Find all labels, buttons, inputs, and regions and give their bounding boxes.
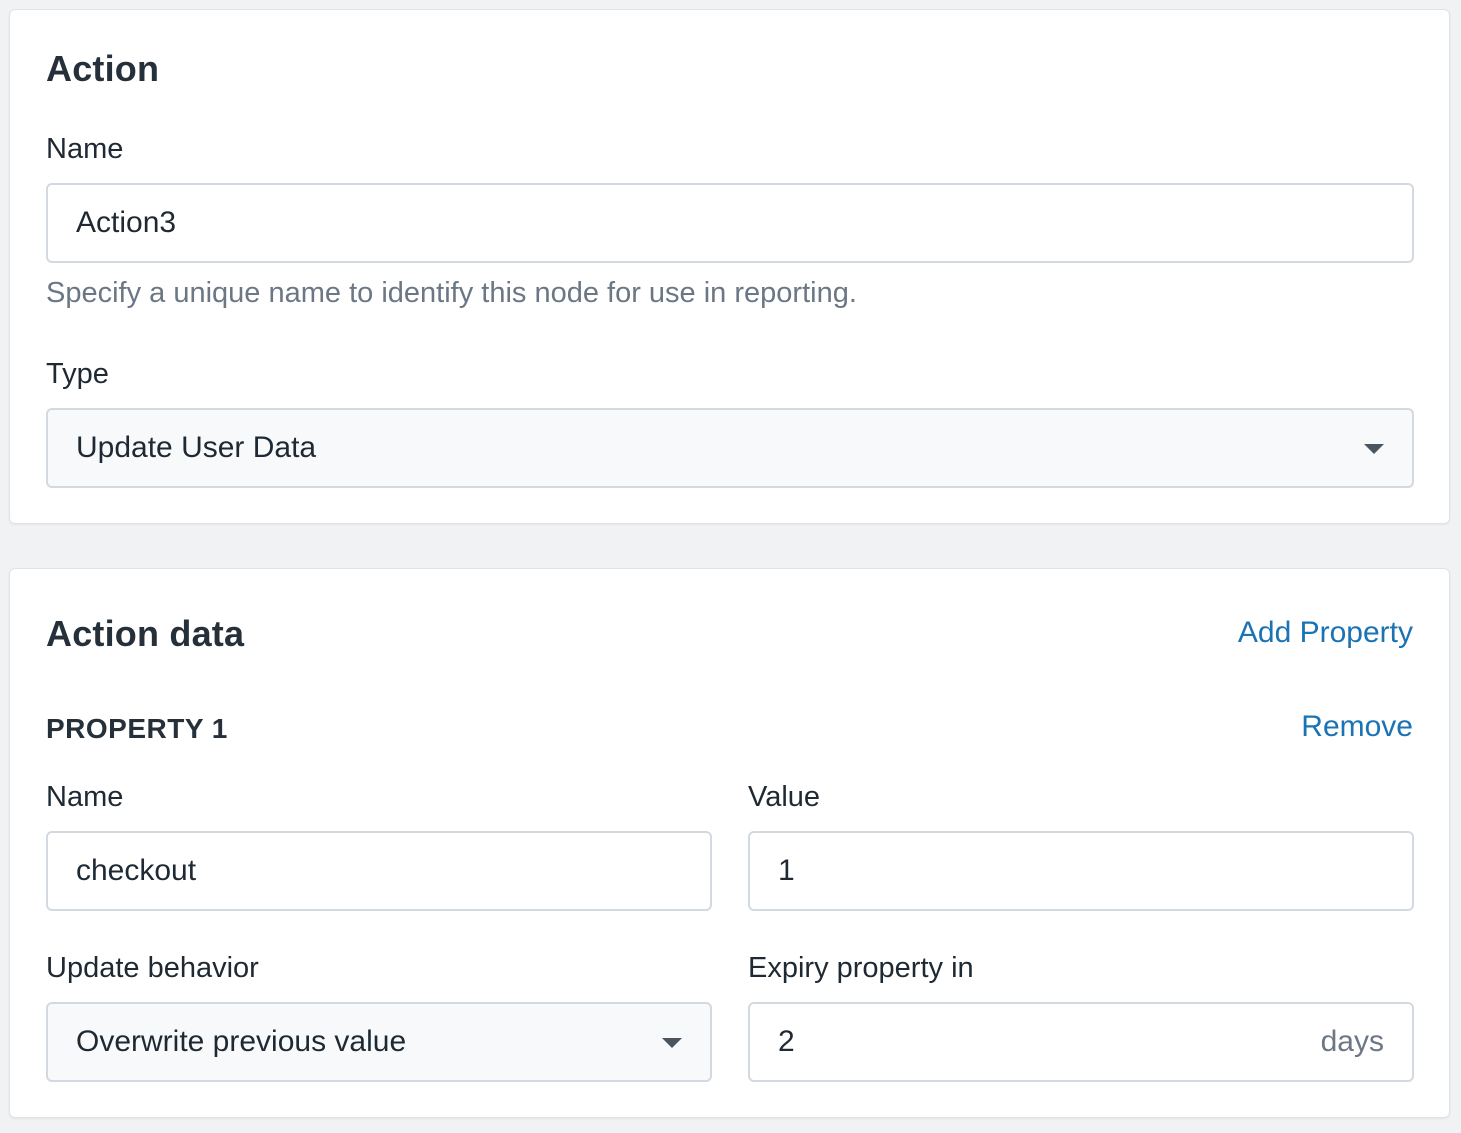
property-value-input[interactable]: 1 (748, 831, 1414, 911)
expiry-unit: days (1320, 1025, 1384, 1058)
update-behavior-label: Update behavior (46, 952, 259, 984)
action-name-input[interactable]: Action3 (46, 183, 1414, 263)
name-help-text: Specify a unique name to identify this n… (46, 277, 857, 309)
type-select-value: Update User Data (76, 431, 317, 464)
action-card-title: Action (46, 48, 160, 89)
action-name-value: Action3 (76, 206, 177, 239)
type-label: Type (46, 358, 109, 390)
property-value-value: 1 (778, 854, 795, 887)
expiry-label: Expiry property in (748, 952, 974, 984)
action-data-card: Action data Add Property PROPERTY 1 Remo… (9, 568, 1450, 1118)
property-name-label: Name (46, 781, 124, 813)
property-heading: PROPERTY 1 (46, 713, 228, 744)
property-value-label: Value (748, 781, 821, 813)
chevron-down-icon (1364, 444, 1384, 454)
chevron-down-icon (662, 1038, 682, 1048)
action-data-title: Action data (46, 613, 245, 654)
type-select[interactable]: Update User Data (46, 408, 1414, 488)
update-behavior-select[interactable]: Overwrite previous value (46, 1002, 712, 1082)
action-card: Action Name Action3 Specify a unique nam… (9, 9, 1450, 524)
update-behavior-value: Overwrite previous value (76, 1025, 407, 1058)
expiry-input[interactable]: 2 days (748, 1002, 1414, 1082)
name-label: Name (46, 133, 124, 165)
property-name-input[interactable]: checkout (46, 831, 712, 911)
expiry-value: 2 (778, 1025, 795, 1058)
property-name-value: checkout (76, 854, 197, 887)
remove-property-link[interactable]: Remove (1301, 710, 1413, 744)
add-property-link[interactable]: Add Property (1238, 616, 1413, 650)
